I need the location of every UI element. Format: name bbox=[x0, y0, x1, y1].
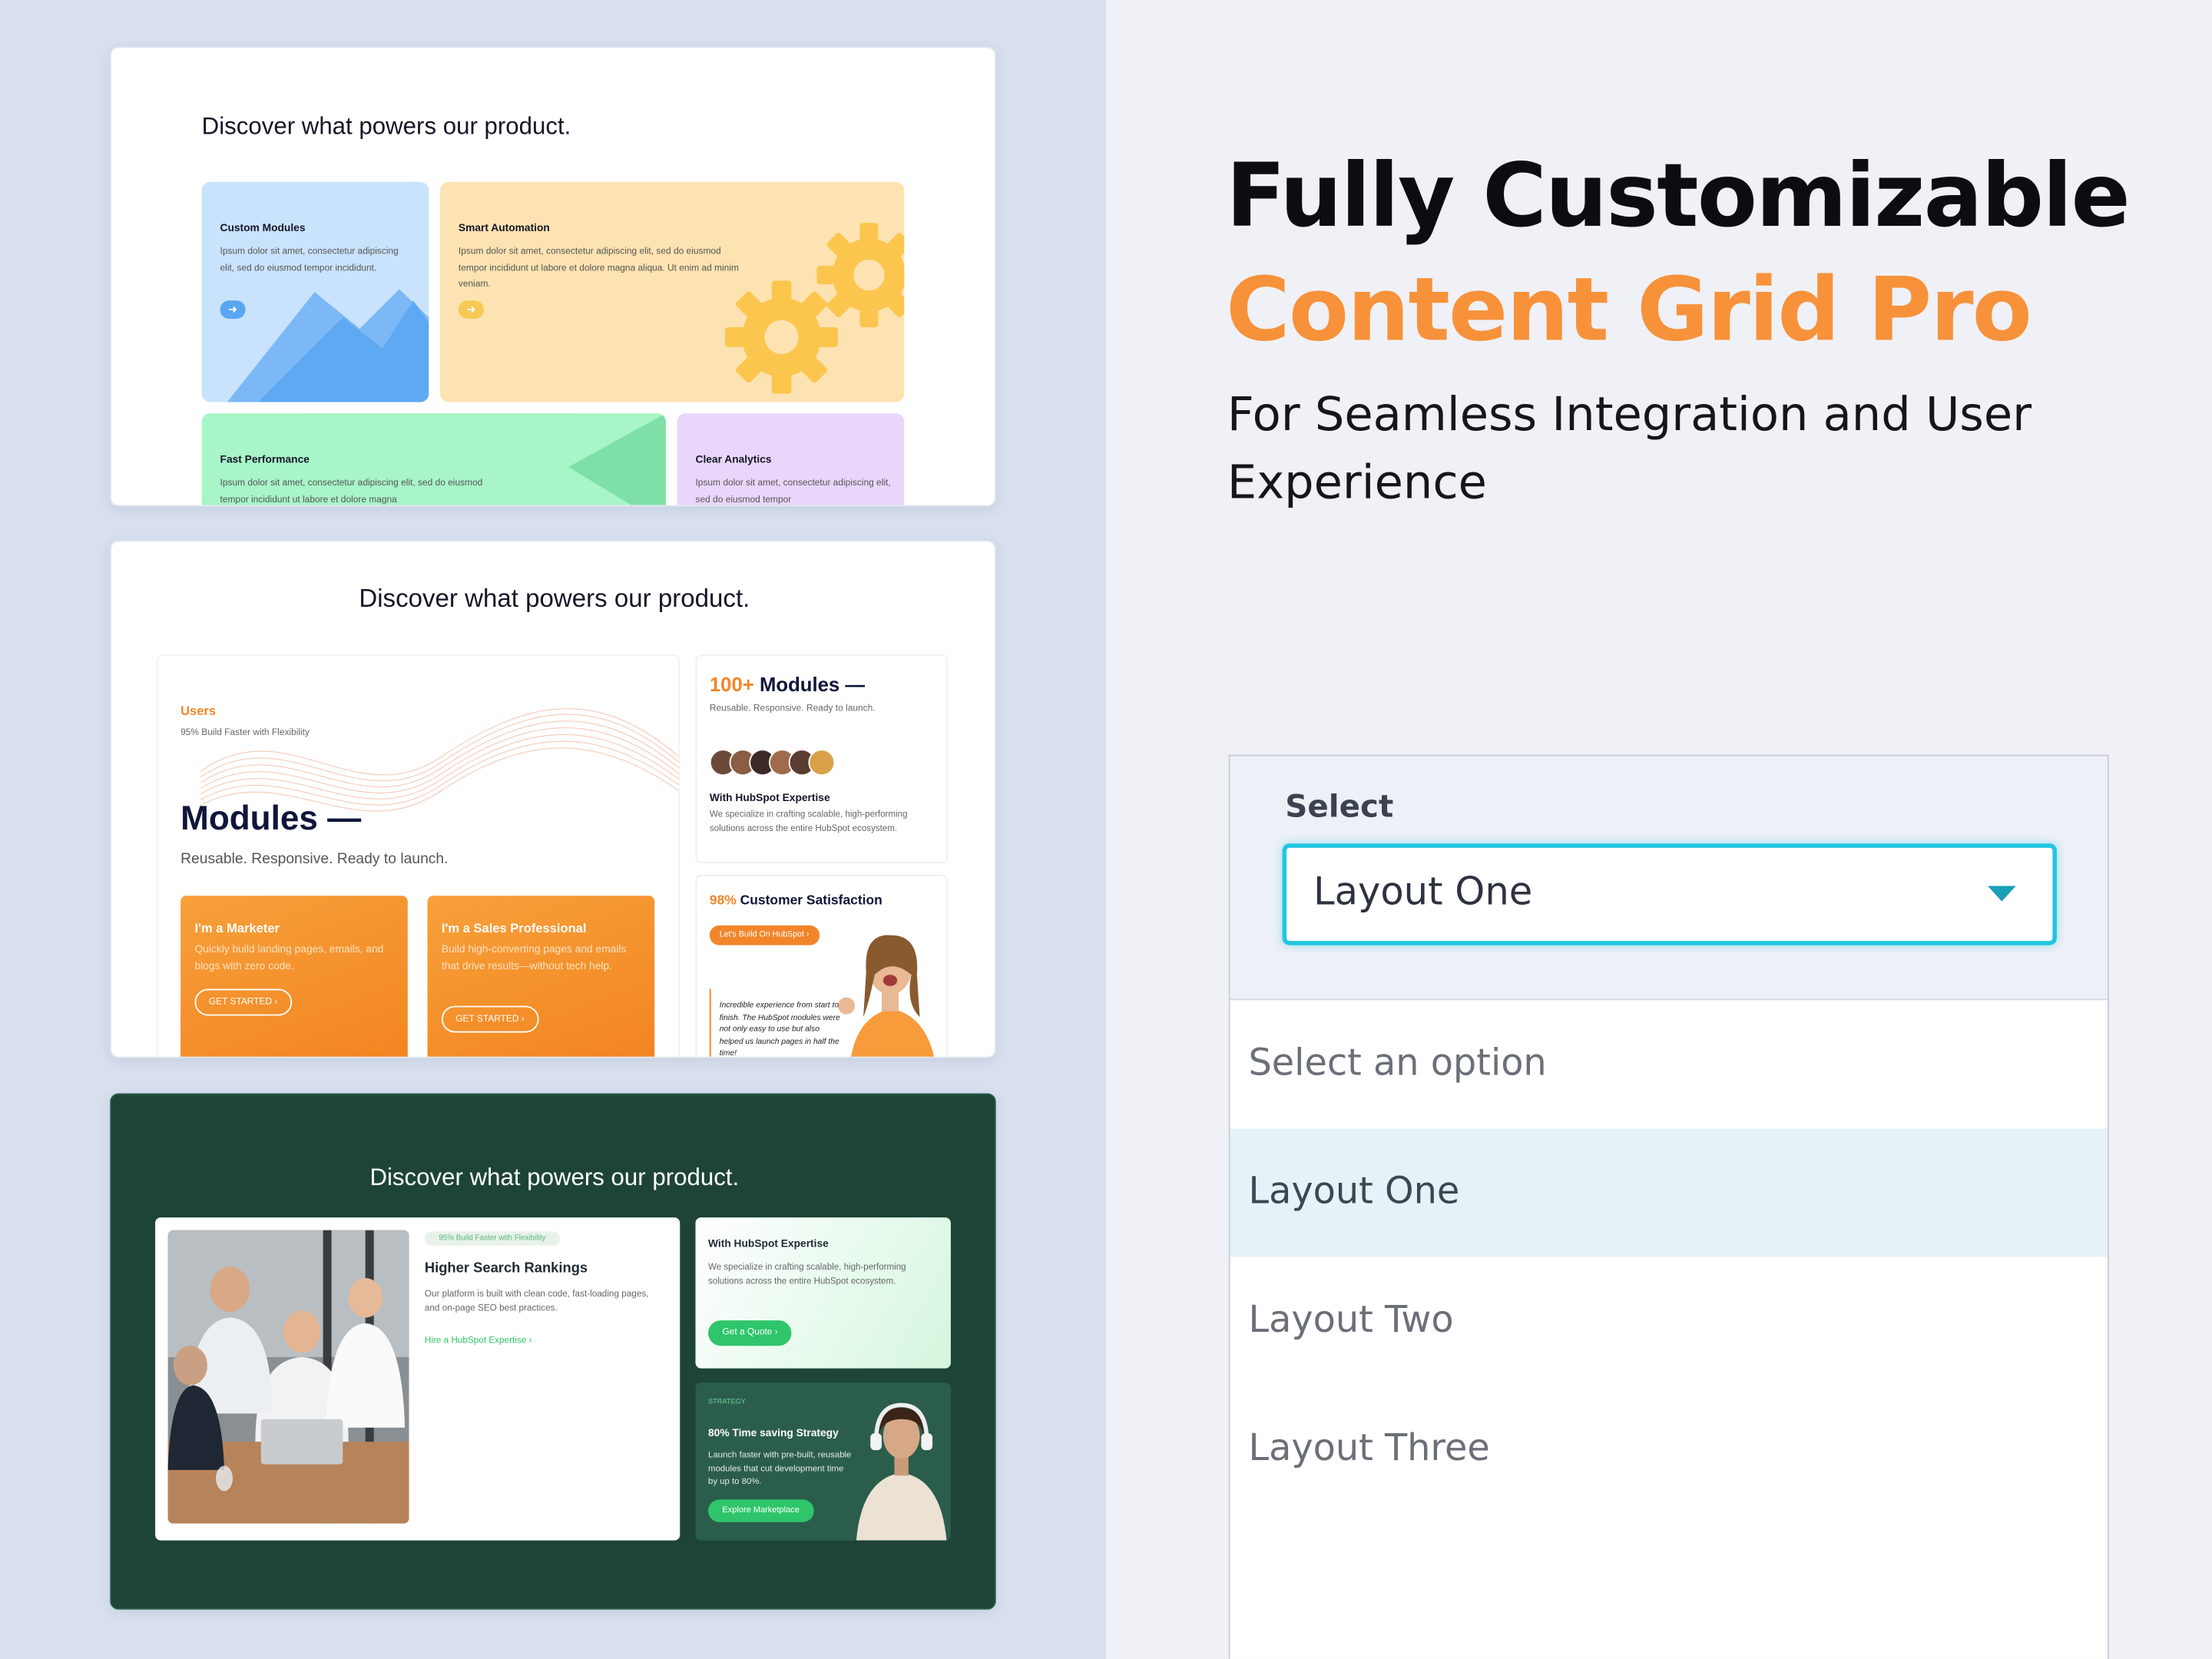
arrow-right-icon[interactable]: ➜ bbox=[458, 300, 484, 320]
card-title: I'm a Sales Professional bbox=[441, 921, 587, 935]
card-title: I'm a Marketer bbox=[194, 921, 280, 935]
card-title: Clear Analytics bbox=[695, 452, 772, 466]
card-text: Ipsum dolor sit amet, consectetur adipis… bbox=[695, 478, 891, 505]
modules-heading: Modules — bbox=[180, 800, 362, 838]
select-header: Select Layout One bbox=[1230, 756, 2108, 1001]
mountain-illustration bbox=[227, 289, 429, 402]
modules-count: 100+ bbox=[709, 673, 754, 696]
card-text: Quickly build landing pages, emails, and… bbox=[194, 942, 384, 972]
select-widget: Select Layout One Select an option Layou… bbox=[1228, 754, 2109, 1659]
arrow-right-icon[interactable]: ➜ bbox=[220, 300, 246, 320]
get-quote-button[interactable]: Get a Quote › bbox=[708, 1320, 793, 1346]
seo-text: Our platform is built with clean code, f… bbox=[424, 1289, 649, 1313]
avatar bbox=[808, 749, 836, 777]
expertise-card: With HubSpot Expertise We specialize in … bbox=[695, 1217, 951, 1369]
users-stat: 95% Build Faster with Flexibility bbox=[180, 727, 310, 738]
card-title: With HubSpot Expertise bbox=[708, 1237, 829, 1250]
hundred-modules-card: 100+ Modules — Reusable. Responsive. Rea… bbox=[695, 654, 949, 864]
marketer-card[interactable]: I'm a Marketer Quickly build landing pag… bbox=[180, 896, 408, 1057]
strategy-label: STRATEGY bbox=[708, 1398, 746, 1407]
woman-headphones-photo bbox=[856, 1402, 947, 1541]
card-title: Smart Automation bbox=[458, 221, 550, 234]
section-title: Discover what powers our product. bbox=[201, 112, 571, 140]
satisfaction-heading: Customer Satisfaction bbox=[740, 892, 882, 909]
section-title: Discover what powers our product. bbox=[359, 584, 750, 613]
card-text: Ipsum dolor sit amet, consectetur adipis… bbox=[458, 247, 739, 290]
expertise-text: We specialize in crafting scalable, high… bbox=[709, 810, 908, 834]
card-text: Ipsum dolor sit amet, consectetur adipis… bbox=[220, 247, 399, 273]
triangle-illustration bbox=[568, 413, 666, 505]
layout-two-preview: Discover what powers our product. Users … bbox=[110, 540, 996, 1058]
card-title: Fast Performance bbox=[220, 452, 310, 466]
layout-three-preview: Discover what powers our product. 95% Bu… bbox=[110, 1093, 996, 1610]
card-custom-modules[interactable]: Custom Modules Ipsum dolor sit amet, con… bbox=[201, 181, 429, 402]
select-option[interactable]: Select an option bbox=[1230, 1000, 2108, 1128]
card-text: Ipsum dolor sit amet, consectetur adipis… bbox=[220, 478, 483, 505]
card-title: Custom Modules bbox=[220, 221, 306, 234]
seo-heading: Higher Search Rankings bbox=[424, 1261, 588, 1277]
testimonial-quote: Incredible experience from start to fini… bbox=[719, 1002, 840, 1058]
quote-bar bbox=[709, 988, 711, 1057]
hero-title-line2: Content Grid Pro bbox=[1226, 258, 2032, 362]
layout-one-preview: Discover what powers our product. Custom… bbox=[110, 46, 996, 507]
card-text: We specialize in crafting scalable, high… bbox=[708, 1262, 906, 1287]
select-option-highlighted[interactable]: Layout One bbox=[1230, 1128, 2108, 1257]
sales-card[interactable]: I'm a Sales Professional Build high-conv… bbox=[427, 896, 655, 1057]
card-text: Build high-converting pages and emails t… bbox=[441, 942, 627, 972]
avatar-group bbox=[709, 749, 836, 777]
card-title: 80% Time saving Strategy bbox=[708, 1426, 839, 1439]
select-option[interactable]: Layout Three bbox=[1230, 1386, 2108, 1514]
hire-expertise-link[interactable]: Hire a HubSpot Expertise › bbox=[425, 1336, 532, 1346]
stat-badge: 95% Build Faster with Flexibility bbox=[424, 1231, 560, 1246]
card-smart-automation[interactable]: Smart Automation Ipsum dolor sit amet, c… bbox=[440, 181, 905, 402]
card-text: Launch faster with pre-built, reusable m… bbox=[708, 1450, 852, 1487]
section-title: Discover what powers our product. bbox=[369, 1164, 740, 1191]
expertise-title: With HubSpot Expertise bbox=[709, 791, 830, 804]
satisfaction-card: 98% Customer Satisfaction Let's Build On… bbox=[695, 874, 949, 1058]
modules-card-sub: Reusable. Responsive. Ready to launch. bbox=[709, 704, 876, 714]
select-value: Layout One bbox=[1313, 870, 1533, 915]
satisfaction-pct: 98% bbox=[709, 892, 737, 909]
woman-photo bbox=[837, 935, 934, 1057]
hero-title-line1: Fully Customizable bbox=[1226, 144, 2131, 247]
modules-card-heading: Modules — bbox=[759, 673, 866, 696]
get-started-button[interactable]: GET STARTED › bbox=[194, 988, 292, 1016]
card-fast-performance[interactable]: Fast Performance Ipsum dolor sit amet, c… bbox=[201, 413, 666, 505]
select-option[interactable]: Layout Two bbox=[1230, 1257, 2108, 1385]
users-label: Users bbox=[180, 704, 217, 718]
modules-headline: 100+ Modules — bbox=[710, 673, 865, 695]
seo-card: 95% Build Faster with Flexibility Higher… bbox=[155, 1217, 680, 1541]
strategy-card: STRATEGY 80% Time saving Strategy Launch… bbox=[695, 1382, 951, 1541]
explore-marketplace-button[interactable]: Explore Marketplace bbox=[708, 1499, 814, 1522]
hero-subtitle: For Seamless Integration and User Experi… bbox=[1227, 386, 2032, 510]
gear-icon bbox=[725, 223, 905, 394]
satisfaction-headline: 98% Customer Satisfaction bbox=[710, 893, 882, 909]
select-label: Select bbox=[1285, 790, 1394, 826]
team-photo bbox=[167, 1230, 409, 1524]
chevron-down-icon[interactable] bbox=[1987, 886, 2016, 902]
modules-main-card: Users 95% Build Faster with Flexibility … bbox=[156, 654, 680, 1057]
modules-sub: Reusable. Responsive. Ready to launch. bbox=[180, 850, 449, 868]
build-on-hubspot-button[interactable]: Let's Build On HubSpot › bbox=[709, 925, 820, 945]
get-started-button[interactable]: GET STARTED › bbox=[441, 1005, 539, 1033]
card-clear-analytics[interactable]: Clear Analytics Ipsum dolor sit amet, co… bbox=[677, 413, 905, 505]
layout-select[interactable]: Layout One bbox=[1282, 843, 2057, 945]
